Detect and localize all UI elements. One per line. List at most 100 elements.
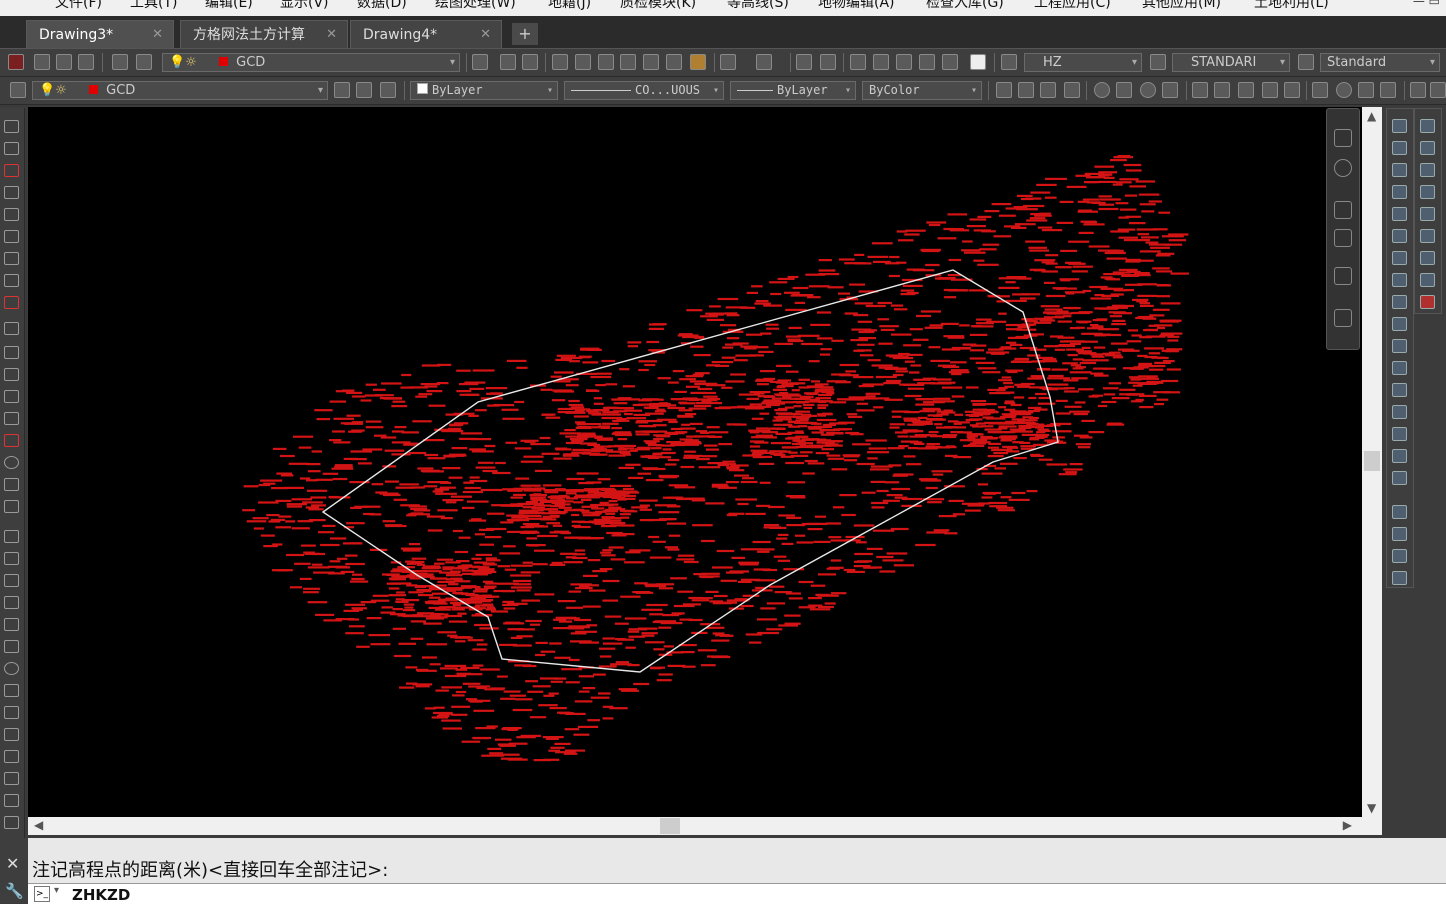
steering-wheel-icon[interactable]: [1334, 159, 1352, 177]
match-properties-icon[interactable]: [850, 54, 866, 70]
send-back-icon[interactable]: [1392, 527, 1407, 541]
left-tool-7-icon[interactable]: [4, 252, 19, 265]
menu-engineering[interactable]: 工程应用(C): [1034, 0, 1111, 12]
menu-other[interactable]: 其他应用(M): [1142, 0, 1221, 12]
jogged-linear-icon[interactable]: [1380, 82, 1396, 98]
linear-dim-icon[interactable]: [996, 82, 1012, 98]
zoom-icon[interactable]: [598, 54, 614, 70]
pan-icon[interactable]: [1334, 201, 1352, 219]
arc-icon[interactable]: [4, 640, 19, 653]
construction-line-icon[interactable]: [4, 552, 19, 565]
box-icon[interactable]: [56, 54, 72, 70]
menu-file[interactable]: 文件(F): [55, 0, 102, 12]
break-at-point-icon[interactable]: [1392, 383, 1407, 397]
ellipse-arc-icon[interactable]: [4, 750, 19, 763]
command-line[interactable]: >_ ▾ ZHKZD: [28, 883, 1446, 904]
layer-iso-icon[interactable]: [380, 82, 396, 98]
extend-icon[interactable]: [1392, 339, 1407, 353]
table-style-dropdown[interactable]: Standard ▾: [1320, 53, 1440, 72]
menu-data[interactable]: 数据(D): [357, 0, 407, 12]
polyline-icon[interactable]: [4, 574, 19, 587]
zoom-window-icon[interactable]: [620, 54, 636, 70]
vertical-scroll-thumb[interactable]: [1364, 451, 1380, 471]
help-icon[interactable]: [970, 54, 986, 70]
layer-state-icon[interactable]: [136, 54, 152, 70]
pan-icon[interactable]: [575, 54, 591, 70]
menu-feature-edit[interactable]: 地物编辑(A): [818, 0, 895, 12]
properties-icon[interactable]: [690, 54, 706, 70]
modify-ii-2-icon[interactable]: [1420, 141, 1435, 155]
left-tool-5-icon[interactable]: [4, 208, 19, 221]
baseline-icon[interactable]: [1214, 82, 1230, 98]
undo-icon[interactable]: [552, 54, 568, 70]
menu-contour[interactable]: 等高线(S): [727, 0, 789, 12]
tolerance-icon[interactable]: [1312, 82, 1328, 98]
line-icon[interactable]: [4, 530, 19, 543]
circle-icon[interactable]: [4, 456, 19, 469]
arc-length-icon[interactable]: [1040, 82, 1056, 98]
modify-ii-9-icon[interactable]: [1420, 295, 1435, 309]
center-mark-icon[interactable]: [1336, 82, 1352, 98]
distance-icon[interactable]: [942, 54, 958, 70]
insert-block-icon[interactable]: [4, 772, 19, 785]
command-prompt-icon[interactable]: >_: [34, 886, 50, 902]
zoom-icon[interactable]: [1334, 229, 1352, 247]
design-center-icon[interactable]: [820, 54, 836, 70]
left-tool-6-icon[interactable]: [4, 230, 19, 243]
tab-earthwork[interactable]: 方格网法土方计算 ✕: [180, 20, 348, 48]
left-tool-4-icon[interactable]: [4, 186, 19, 199]
chamfer-icon[interactable]: [1392, 427, 1407, 441]
stretch-icon[interactable]: [1392, 295, 1407, 309]
menu-edit[interactable]: 编辑(E): [205, 0, 253, 12]
close-icon[interactable]: ✕: [6, 854, 19, 873]
3d-icon[interactable]: [8, 54, 24, 70]
orbit-icon[interactable]: [1334, 267, 1352, 285]
left-tool-8-icon[interactable]: [4, 274, 19, 287]
layer-dropdown-2[interactable]: 💡☼ GCD ▾: [32, 81, 328, 100]
quick-dim-icon[interactable]: [1192, 82, 1208, 98]
scroll-right-icon[interactable]: ▶: [1343, 818, 1352, 832]
ordinate-icon[interactable]: [1064, 82, 1080, 98]
modify-ii-3-icon[interactable]: [1420, 163, 1435, 177]
dim-break-icon[interactable]: [1284, 82, 1300, 98]
angular-icon[interactable]: [1162, 82, 1178, 98]
open-icon[interactable]: [500, 54, 516, 70]
modify-ii-5-icon[interactable]: [1420, 207, 1435, 221]
dim-space-icon[interactable]: [1262, 82, 1278, 98]
left-tool-3-icon[interactable]: [4, 164, 19, 177]
horizontal-scrollbar[interactable]: ◀ ▶: [28, 817, 1362, 835]
modify-ii-4-icon[interactable]: [1420, 185, 1435, 199]
revcloud-icon[interactable]: [4, 684, 19, 697]
erase-icon[interactable]: [1392, 119, 1407, 133]
chevron-down-icon[interactable]: ▾: [54, 885, 59, 896]
plus-icon[interactable]: +: [512, 23, 538, 45]
left-tool-14-icon[interactable]: [4, 412, 19, 425]
horizontal-scroll-thumb[interactable]: [660, 818, 680, 834]
left-tool-13-icon[interactable]: [4, 390, 19, 403]
point-icon[interactable]: [4, 816, 19, 829]
fillet-icon[interactable]: [1392, 449, 1407, 463]
left-tool-15-icon[interactable]: [4, 434, 19, 447]
move-icon[interactable]: [1392, 229, 1407, 243]
polygon-icon[interactable]: [4, 596, 19, 609]
jogged-icon[interactable]: [1116, 82, 1132, 98]
drawing-canvas[interactable]: [28, 107, 1362, 817]
layer-dropdown[interactable]: 💡☼ GCD ▾: [162, 53, 460, 72]
left-tool-9-icon[interactable]: [4, 296, 19, 309]
layer-manager-icon[interactable]: [10, 82, 26, 98]
scroll-down-icon[interactable]: ▼: [1367, 801, 1376, 815]
left-tool-2-icon[interactable]: [4, 142, 19, 155]
cloud-icon[interactable]: [78, 54, 94, 70]
layer-manager-icon[interactable]: [112, 54, 128, 70]
text-style-icon[interactable]: [1001, 54, 1017, 70]
vertical-scrollbar[interactable]: ▲ ▼: [1362, 107, 1382, 817]
aligned-dim-icon[interactable]: [1018, 82, 1034, 98]
plot-style-dropdown[interactable]: ByColor ▾: [862, 81, 982, 100]
bring-front-icon[interactable]: [1392, 505, 1407, 519]
spline-icon[interactable]: [4, 706, 19, 719]
layer-previous-icon[interactable]: [356, 82, 372, 98]
join-icon[interactable]: [1392, 405, 1407, 419]
table-style-icon[interactable]: [1298, 54, 1314, 70]
break-icon[interactable]: [1392, 361, 1407, 375]
left-tool-12-icon[interactable]: [4, 368, 19, 381]
